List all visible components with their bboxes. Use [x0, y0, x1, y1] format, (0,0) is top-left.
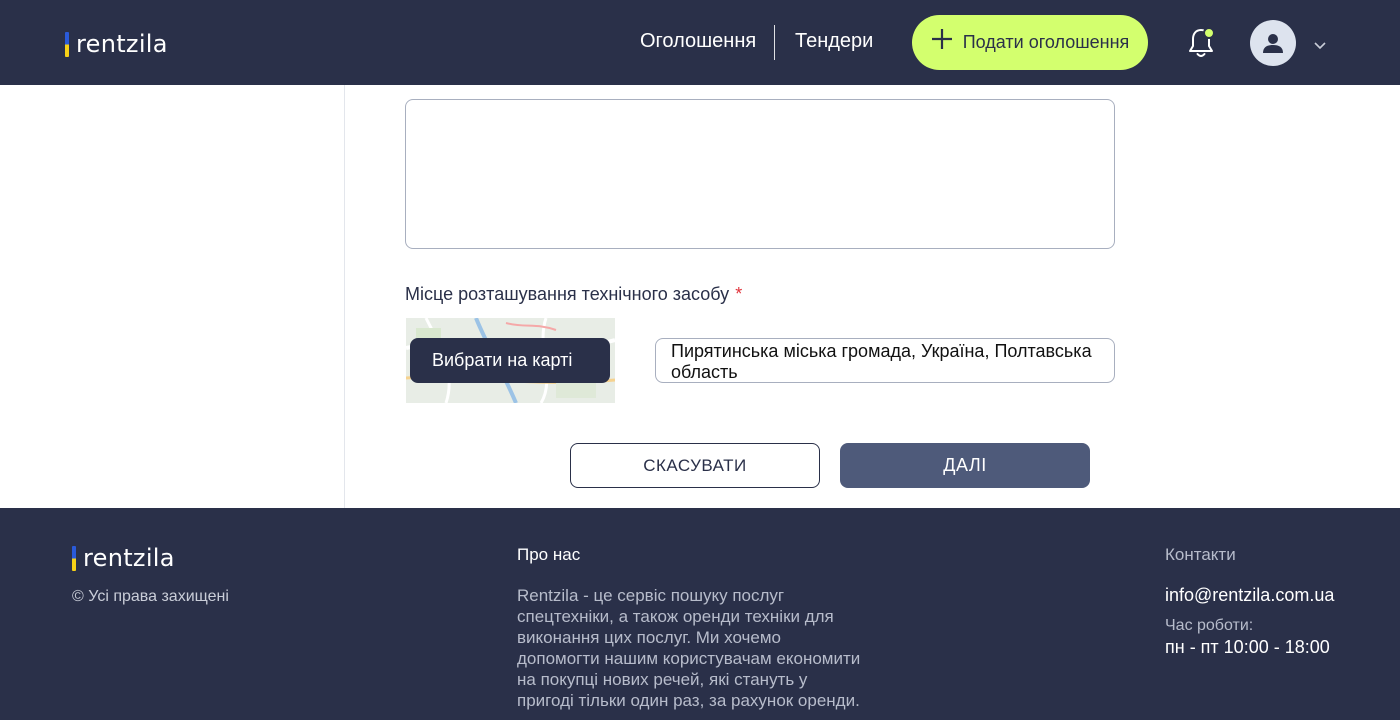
- logo-text: rentzila: [76, 30, 168, 58]
- notification-dot: [1203, 27, 1215, 39]
- plus-icon: [931, 26, 953, 56]
- copyright-text: © Усі права захищені: [72, 588, 229, 605]
- required-mark: *: [735, 284, 743, 304]
- contacts-title: Контакти: [1165, 545, 1236, 564]
- chevron-down-icon[interactable]: [1313, 40, 1327, 50]
- logo-flag-bar: [72, 545, 76, 571]
- avatar[interactable]: [1250, 20, 1296, 66]
- about-text: Rentzila - це сервіс пошуку послуг спецт…: [517, 586, 861, 710]
- post-ad-button[interactable]: Подати оголошення: [912, 15, 1148, 70]
- location-label: Місце розташування технічного засобу *: [405, 284, 742, 305]
- logo-text: rentzila: [83, 544, 175, 572]
- cancel-button[interactable]: СКАСУВАТИ: [570, 443, 820, 488]
- footer-logo[interactable]: rentzila: [72, 544, 175, 572]
- about-title[interactable]: Про нас: [517, 545, 580, 565]
- description-textarea[interactable]: [405, 99, 1115, 249]
- nav-link-tenders[interactable]: Тендери: [795, 30, 873, 53]
- choose-on-map-button[interactable]: Вибрати на карті: [410, 338, 610, 383]
- nav-divider: [774, 25, 775, 60]
- nav-link-ads[interactable]: Оголошення: [640, 30, 756, 53]
- user-icon: [1263, 34, 1283, 53]
- working-hours-label: Час роботи:: [1165, 617, 1254, 634]
- working-hours-value: пн - пт 10:00 - 18:00: [1165, 637, 1330, 657]
- sidebar-divider: [344, 85, 345, 508]
- contact-email-link[interactable]: info@rentzila.com.ua: [1165, 585, 1334, 606]
- next-button[interactable]: ДАЛІ: [840, 443, 1090, 488]
- footer: rentzila © Усі права захищені Про нас Re…: [0, 508, 1400, 720]
- header-logo[interactable]: rentzila: [65, 30, 168, 58]
- address-field[interactable]: Пирятинська міська громада, Україна, Пол…: [655, 338, 1115, 383]
- logo-flag-bar: [65, 31, 69, 57]
- top-header: rentzila Оголошення Тендери Подати оголо…: [0, 0, 1400, 85]
- post-ad-button-label: Подати оголошення: [962, 32, 1130, 52]
- location-label-text: Місце розташування технічного засобу: [405, 284, 730, 304]
